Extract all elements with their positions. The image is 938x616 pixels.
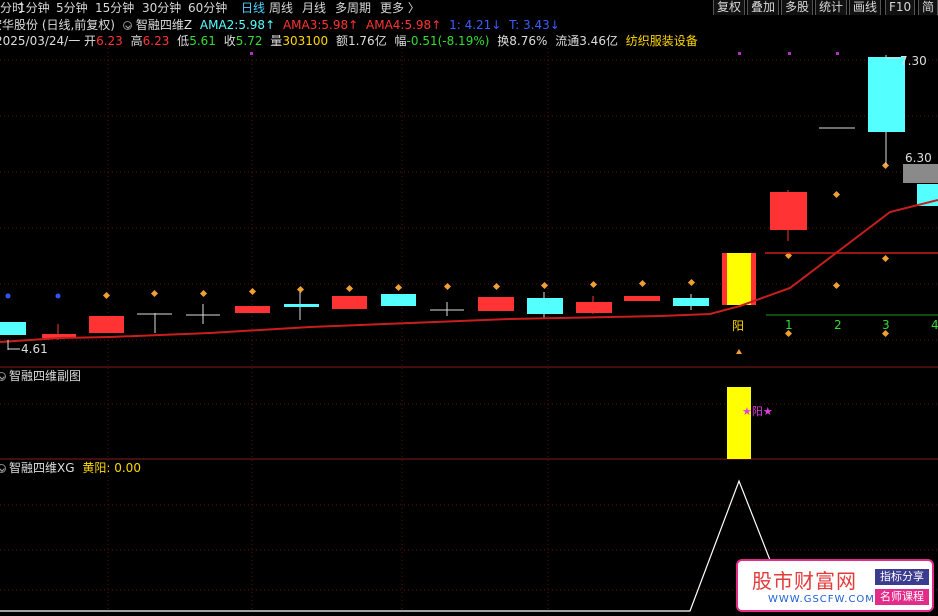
price-high-label: 7.30 xyxy=(900,54,927,68)
sub2-value-label: 黄阳: xyxy=(82,461,111,475)
price-mid-label: 6.30 xyxy=(905,151,932,165)
sub2-value: 0.00 xyxy=(114,461,141,475)
sub1-yang-marker: ★阳★ xyxy=(742,405,773,418)
time-grid xyxy=(107,48,549,612)
yang-label: 阳 xyxy=(732,319,745,333)
sub1-title-row: 智融四维副图 xyxy=(0,368,81,384)
price-low-label: 4.61 xyxy=(21,342,48,356)
sub2-title[interactable]: 智融四维XG xyxy=(9,461,75,475)
watermark-logo: 股市财富网 WWW.GSCFW.COM 指标分享 名师课程 xyxy=(736,559,934,612)
day-counter-4: 4 xyxy=(931,318,938,332)
day-counter-1: 1 xyxy=(785,318,793,332)
sub1-title[interactable]: 智融四维副图 xyxy=(9,369,81,383)
signal-dots xyxy=(250,52,839,55)
kline-chart[interactable] xyxy=(0,0,938,616)
xg-line xyxy=(0,479,771,612)
price-grid xyxy=(0,59,938,591)
sub1-yang-bar xyxy=(727,387,751,459)
day-counter-3: 3 xyxy=(882,318,890,332)
sub2-title-row: 智融四维XG 黄阳: 0.00 xyxy=(0,460,141,476)
watermark-badge-share: 指标分享 xyxy=(875,569,929,585)
sub1-settings-icon[interactable] xyxy=(0,372,6,381)
sub2-settings-icon[interactable] xyxy=(0,464,6,473)
watermark-badge-course: 名师课程 xyxy=(875,589,929,605)
watermark-brand: 股市财富网 xyxy=(752,569,857,593)
day-counter-2: 2 xyxy=(834,318,842,332)
candles xyxy=(0,55,938,340)
watermark-url: WWW.GSCFW.COM xyxy=(768,594,875,605)
